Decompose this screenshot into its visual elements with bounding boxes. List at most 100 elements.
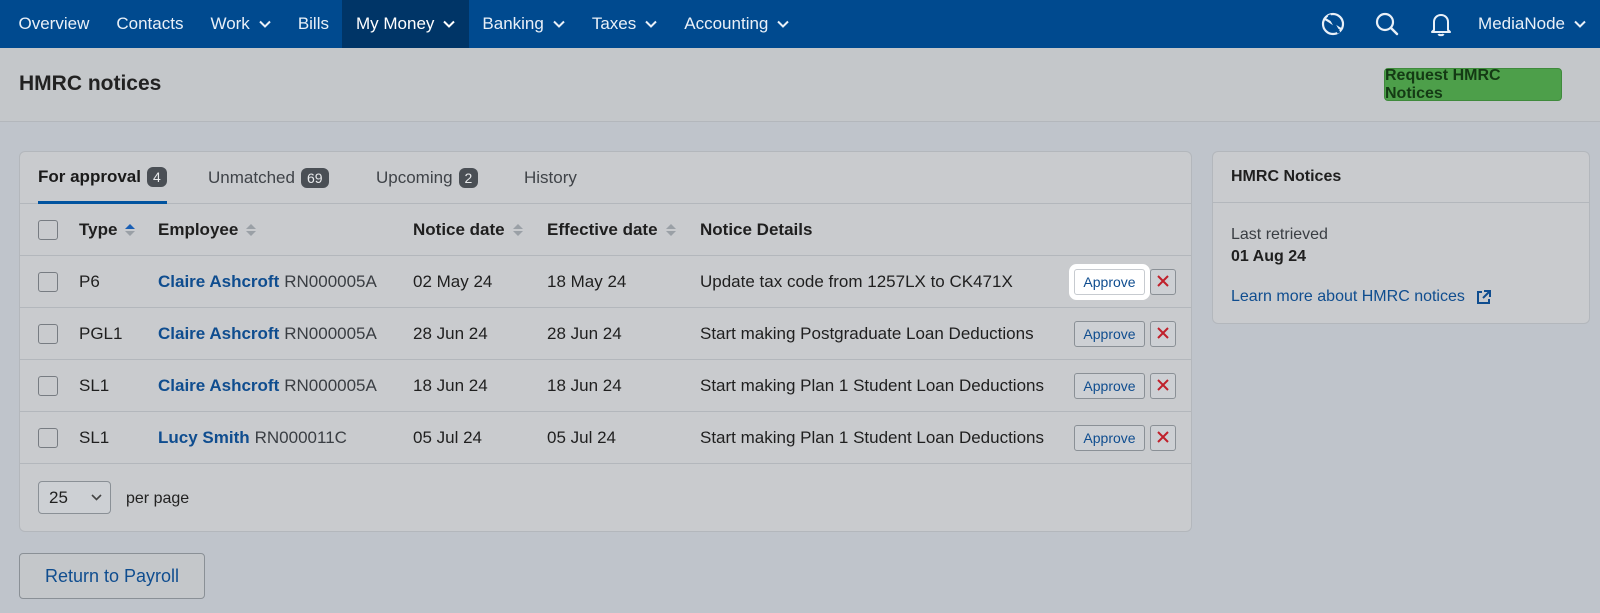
tab-label: Upcoming: [376, 168, 453, 187]
side-card-title: HMRC Notices: [1231, 168, 1342, 185]
table-row: SL1 Claire Ashcroft RN000005A 18 Jun 24 …: [20, 360, 1191, 412]
reject-button[interactable]: [1150, 268, 1176, 295]
effective-date: 18 May 24: [547, 271, 627, 291]
column-header-effective-date[interactable]: Effective date: [547, 204, 676, 255]
table-row: P6 Claire Ashcroft RN000005A 02 May 24 1…: [20, 256, 1191, 308]
return-to-payroll-button[interactable]: Return to Payroll: [19, 553, 205, 599]
last-retrieved-label: Last retrieved: [1231, 226, 1328, 243]
effective-date: 05 Jul 24: [547, 427, 616, 447]
notice-date: 18 Jun 24: [413, 375, 488, 395]
page-title: HMRC notices: [19, 72, 162, 95]
reject-button[interactable]: [1150, 372, 1176, 399]
chevron-down-icon: [1574, 20, 1586, 28]
per-page-label: per page: [126, 490, 190, 507]
employee-ref: RN000005A: [284, 271, 377, 291]
column-header-type[interactable]: Type: [79, 204, 136, 255]
table-row: SL1 Lucy Smith RN000011C 05 Jul 24 05 Ju…: [20, 412, 1191, 464]
row-checkbox[interactable]: [38, 271, 58, 292]
close-icon: [1157, 376, 1169, 396]
employee-ref: RN000011C: [254, 427, 347, 447]
approve-button[interactable]: Approve: [1074, 372, 1145, 399]
nav-item-label: Contacts: [116, 14, 184, 33]
nav-item-label: Bills: [297, 14, 329, 33]
learn-more-label: Learn more about HMRC notices: [1231, 288, 1465, 305]
row-checkbox[interactable]: [38, 375, 58, 396]
reject-button[interactable]: [1150, 424, 1176, 451]
employee-cell: Lucy Smith RN000011C: [158, 412, 347, 463]
nav-item-accounting[interactable]: Accounting: [671, 0, 803, 48]
notice-details: Start making Plan 1 Student Loan Deducti…: [700, 427, 1044, 447]
employee-link[interactable]: Claire Ashcroft: [158, 376, 279, 396]
notices-card: For approval 4 Unmatched 69 Upcoming 2 H…: [19, 151, 1192, 532]
count-badge: 4: [146, 166, 167, 187]
column-header-employee[interactable]: Employee: [158, 204, 257, 255]
notice-type: SL1: [79, 375, 110, 395]
notice-details: Update tax code from 1257LX to CK471X: [700, 271, 1013, 291]
tab-upcoming[interactable]: Upcoming 2: [376, 152, 479, 204]
close-icon: [1157, 324, 1169, 344]
nav-item-label: Work: [210, 14, 250, 33]
approve-button[interactable]: Approve: [1074, 424, 1145, 451]
bell-icon[interactable]: [1414, 0, 1468, 48]
employee-ref: RN000005A: [284, 375, 377, 395]
close-icon: [1157, 428, 1169, 448]
effective-date: 28 Jun 24: [547, 323, 622, 343]
nav-item-bills[interactable]: Bills: [284, 0, 342, 48]
employee-link[interactable]: Claire Ashcroft: [158, 272, 279, 292]
pagination-footer: 25 per page: [20, 464, 1191, 531]
notice-details: Start making Plan 1 Student Loan Deducti…: [700, 375, 1044, 395]
nav-item-label: Accounting: [684, 14, 769, 33]
row-checkbox[interactable]: [38, 427, 58, 448]
nav-item-contacts[interactable]: Contacts: [103, 0, 197, 48]
sort-icon: [125, 223, 136, 236]
account-name: MediaNode: [1478, 14, 1565, 33]
nav-item-taxes[interactable]: Taxes: [578, 0, 670, 48]
chevron-down-icon: [259, 20, 271, 28]
column-label: Type: [79, 219, 118, 239]
notice-type: SL1: [79, 427, 110, 447]
count-badge: 69: [300, 168, 329, 188]
notice-details: Start making Postgraduate Loan Deduction…: [700, 323, 1034, 343]
employee-link[interactable]: Lucy Smith: [158, 428, 250, 448]
tab-label: For approval: [38, 166, 141, 186]
notice-type: PGL1: [79, 323, 123, 343]
chevron-down-icon: [645, 20, 657, 28]
row-actions: Approve: [1074, 308, 1176, 359]
approve-button[interactable]: Approve: [1074, 320, 1145, 347]
tab-unmatched[interactable]: Unmatched 69: [208, 152, 329, 204]
employee-link[interactable]: Claire Ashcroft: [158, 324, 279, 344]
chevron-down-icon: [553, 20, 565, 28]
spark-icon[interactable]: [1306, 0, 1360, 48]
column-header-notice-details: Notice Details: [700, 204, 812, 255]
nav-menu: Overview Contacts Work Bills My Money Ba…: [0, 0, 803, 48]
column-label: Effective date: [547, 219, 658, 239]
column-label: Notice date: [413, 219, 505, 239]
request-hmrc-notices-button[interactable]: Request HMRC Notices: [1384, 67, 1562, 102]
close-icon: [1157, 272, 1169, 292]
nav-item-banking[interactable]: Banking: [469, 0, 578, 48]
tab-for-approval[interactable]: For approval 4: [38, 152, 167, 204]
nav-item-work[interactable]: Work: [197, 0, 284, 48]
employee-ref: RN000005A: [284, 323, 377, 343]
effective-date: 18 Jun 24: [547, 375, 622, 395]
account-menu[interactable]: MediaNode: [1468, 14, 1586, 34]
column-header-notice-date[interactable]: Notice date: [413, 204, 523, 255]
nav-item-my-money[interactable]: My Money: [342, 0, 469, 48]
row-checkbox[interactable]: [38, 323, 58, 344]
nav-item-overview[interactable]: Overview: [5, 0, 103, 48]
notice-date: 05 Jul 24: [413, 427, 482, 447]
search-icon[interactable]: [1360, 0, 1414, 48]
learn-more-link[interactable]: Learn more about HMRC notices: [1231, 288, 1492, 306]
tab-history[interactable]: History: [524, 152, 577, 204]
per-page-select[interactable]: 25: [38, 481, 111, 514]
tab-label: History: [524, 168, 577, 187]
row-actions: Approve: [1074, 256, 1176, 307]
select-all-checkbox[interactable]: [38, 219, 58, 240]
per-page-value: 25: [49, 487, 68, 507]
notice-date: 02 May 24: [413, 271, 493, 291]
column-label: Employee: [158, 219, 239, 239]
approve-button[interactable]: Approve: [1074, 268, 1145, 295]
divider: [1213, 202, 1589, 203]
nav-actions: MediaNode: [1306, 0, 1600, 48]
reject-button[interactable]: [1150, 320, 1176, 347]
